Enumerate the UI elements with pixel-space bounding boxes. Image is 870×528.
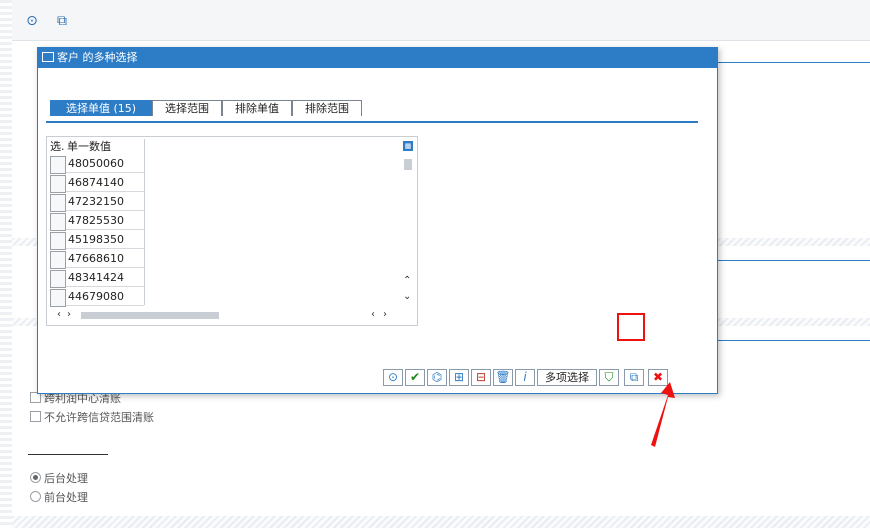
annotation-arrow-icon xyxy=(651,382,675,447)
